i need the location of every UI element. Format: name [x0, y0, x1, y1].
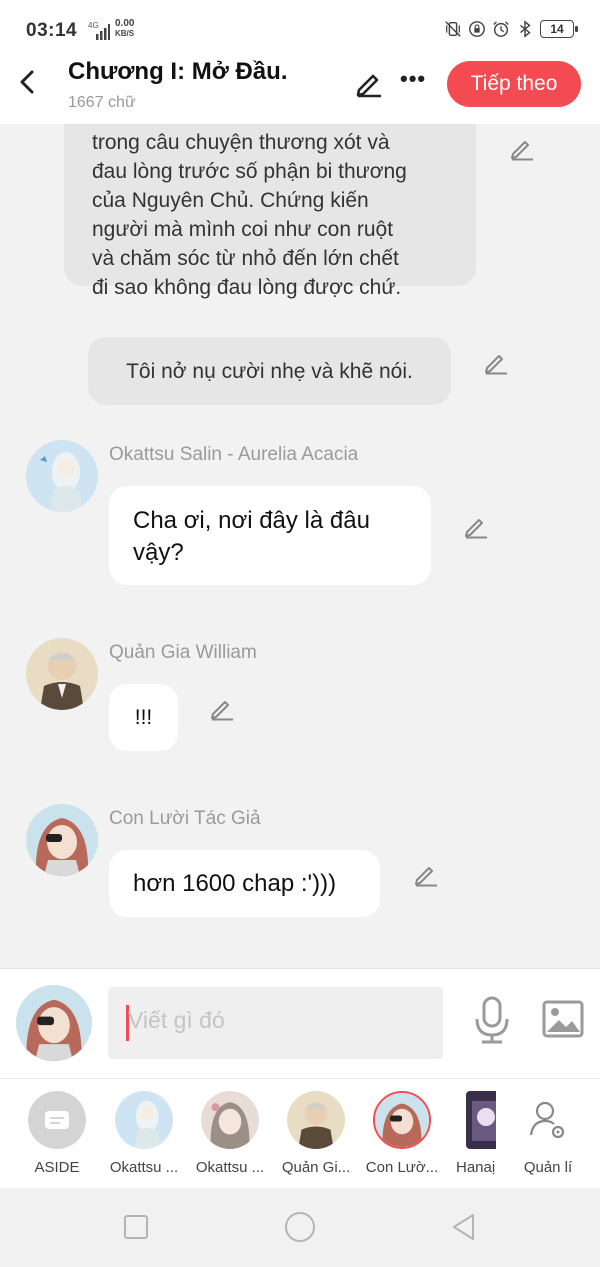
speaker-name: Con Lười Tác Giả — [109, 808, 261, 829]
edit-pencil-icon[interactable] — [462, 512, 490, 540]
word-count: 1667 chữ — [68, 94, 136, 111]
message-bubble[interactable]: Cha ơi, nơi đây là đâu vậy? — [109, 486, 431, 585]
edit-pencil-icon[interactable] — [482, 348, 510, 376]
character-label: Hanaị — [456, 1159, 496, 1176]
character-okattsu-2[interactable]: Okattsu ... — [188, 1091, 272, 1176]
character-quan-gia[interactable]: Quản Gi... — [274, 1091, 358, 1176]
home-icon[interactable] — [285, 1212, 315, 1242]
lock-rotation-icon — [469, 21, 485, 37]
speed-unit: KB/S — [115, 29, 135, 38]
avatar[interactable] — [26, 804, 98, 876]
character-selector: ASIDE Okattsu ... Okattsu ... Quản Gi...… — [0, 1078, 600, 1188]
narration-text: Tôi nở nụ cười nhẹ và khẽ nói. — [126, 359, 413, 383]
character-aside[interactable]: ASIDE — [15, 1091, 99, 1176]
next-chapter-button[interactable]: Tiếp theo — [447, 61, 581, 107]
alarm-icon — [493, 21, 509, 37]
avatar[interactable] — [26, 638, 98, 710]
chat-area[interactable]: trong câu chuyện thương xót và đau lòng … — [0, 124, 600, 968]
status-time: 03:14 — [26, 20, 78, 41]
character-label: Quản lí — [523, 1159, 573, 1176]
current-character-avatar[interactable] — [16, 985, 92, 1061]
bluetooth-icon — [520, 20, 531, 38]
signal-icon — [96, 24, 110, 40]
character-okattsu-1[interactable]: Okattsu ... — [102, 1091, 186, 1176]
user-settings-icon — [529, 1101, 565, 1139]
edit-pencil-icon[interactable] — [412, 860, 440, 888]
status-icons: 14 — [444, 20, 578, 38]
chapter-title: Chương I: Mở Đầu. — [68, 58, 288, 85]
speaker-name: Okattsu Salin - Aurelia Acacia — [109, 444, 359, 465]
message-text: Cha ơi, nơi đây là đâu vậy? — [133, 507, 370, 566]
edit-pencil-icon[interactable] — [354, 68, 384, 98]
character-label: ASIDE — [34, 1159, 80, 1176]
character-label: Okattsu ... — [109, 1159, 179, 1176]
character-con-luoi[interactable]: Con Lườ... — [360, 1091, 444, 1176]
more-options-icon[interactable]: ••• — [400, 66, 426, 92]
message-bubble[interactable]: hơn 1600 chap :'))) — [109, 850, 380, 917]
back-arrow-icon[interactable] — [14, 66, 42, 98]
edit-pencil-icon[interactable] — [208, 694, 236, 722]
network-speed: 0.00 KB/S — [115, 19, 134, 39]
chapter-header: Chương I: Mở Đầu. 1667 chữ ••• Tiếp theo — [0, 48, 600, 124]
narration-bubble[interactable]: trong câu chuyện thương xót và đau lòng … — [64, 124, 476, 299]
recent-apps-icon[interactable] — [124, 1215, 148, 1239]
edit-pencil-icon[interactable] — [508, 134, 536, 162]
speed-value: 0.00 — [115, 18, 135, 29]
back-triangle-icon[interactable] — [449, 1212, 477, 1242]
battery-icon: 14 — [540, 20, 578, 38]
vibrate-icon — [445, 21, 461, 37]
system-nav-bar — [0, 1188, 600, 1267]
compose-bar: Viết gì đó — [0, 968, 600, 1078]
message-input[interactable]: Viết gì đó — [108, 987, 443, 1059]
message-text: hơn 1600 chap :'))) — [133, 869, 337, 897]
image-icon[interactable] — [542, 999, 584, 1039]
message-text: !!! — [134, 705, 153, 729]
character-hana[interactable]: Hanaị — [446, 1091, 496, 1176]
character-label: Quản Gi... — [281, 1159, 351, 1176]
input-placeholder: Viết gì đó — [128, 1007, 225, 1033]
avatar[interactable] — [26, 440, 98, 512]
aside-icon — [45, 1111, 69, 1129]
character-label: Con Lườ... — [365, 1159, 439, 1176]
speaker-name: Quản Gia William — [109, 642, 257, 663]
narration-text: trong câu chuyện thương xót và đau lòng … — [92, 131, 407, 299]
manage-characters[interactable]: Quản lí — [506, 1091, 590, 1176]
microphone-icon[interactable] — [472, 995, 512, 1045]
message-bubble[interactable]: !!! — [109, 684, 178, 751]
narration-bubble[interactable]: Tôi nở nụ cười nhẹ và khẽ nói. — [88, 337, 451, 405]
character-label: Okattsu ... — [195, 1159, 265, 1176]
